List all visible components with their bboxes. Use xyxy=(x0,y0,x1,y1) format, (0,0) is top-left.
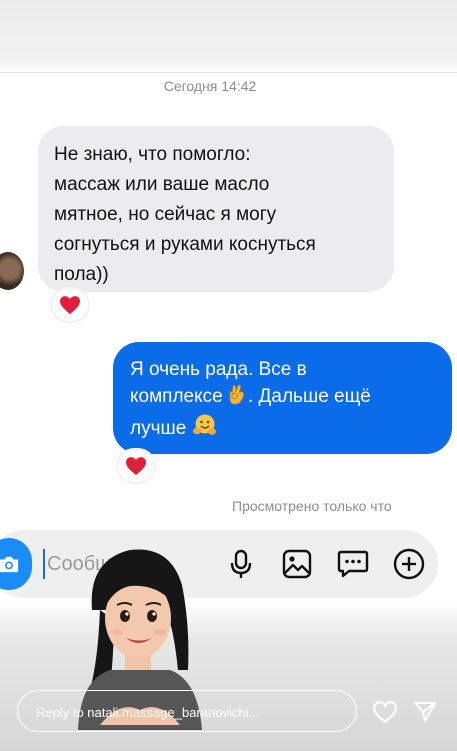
seen-status: Просмотрено только что xyxy=(232,498,392,514)
sticker-button[interactable] xyxy=(337,547,369,581)
incoming-message-text: Не знаю, что помогло: массаж или ваше ма… xyxy=(54,144,316,285)
incoming-heart-reaction[interactable] xyxy=(52,289,88,321)
sticker-icon xyxy=(337,550,369,578)
chat-timestamp: Сегодня 14:42 xyxy=(163,78,257,94)
gallery-button[interactable] xyxy=(281,547,313,581)
sender-avatar xyxy=(0,252,24,290)
story-reply-input[interactable] xyxy=(36,700,346,724)
story-frame: Сегодня 14:42 Не знаю, что помогло: масс… xyxy=(0,0,457,751)
divider xyxy=(0,72,457,73)
heart-icon xyxy=(126,457,146,476)
ok-hand-emoji xyxy=(228,383,248,413)
share-story-button[interactable] xyxy=(410,697,440,727)
outgoing-heart-reaction[interactable] xyxy=(118,450,154,482)
outgoing-message-bubble[interactable]: Я очень рада. Все в комплексе . Дальше е… xyxy=(113,342,452,454)
hugging-emoji xyxy=(192,413,216,445)
microphone-icon xyxy=(230,549,252,578)
microphone-button[interactable] xyxy=(225,547,257,581)
heart-icon xyxy=(60,296,80,315)
send-icon xyxy=(414,702,436,722)
add-button[interactable] xyxy=(393,547,425,581)
gallery-icon xyxy=(282,549,312,579)
outgoing-message-text: Я очень рада. Все в комплексе . Дальше е… xyxy=(130,356,438,445)
incoming-message-bubble[interactable]: Не знаю, что помогло: массаж или ваше ма… xyxy=(38,126,394,292)
heart-outline-icon xyxy=(373,701,397,724)
camera-icon xyxy=(0,556,19,573)
text-cursor xyxy=(43,549,45,579)
plus-circle-icon xyxy=(393,548,425,580)
like-story-button[interactable] xyxy=(370,697,400,727)
